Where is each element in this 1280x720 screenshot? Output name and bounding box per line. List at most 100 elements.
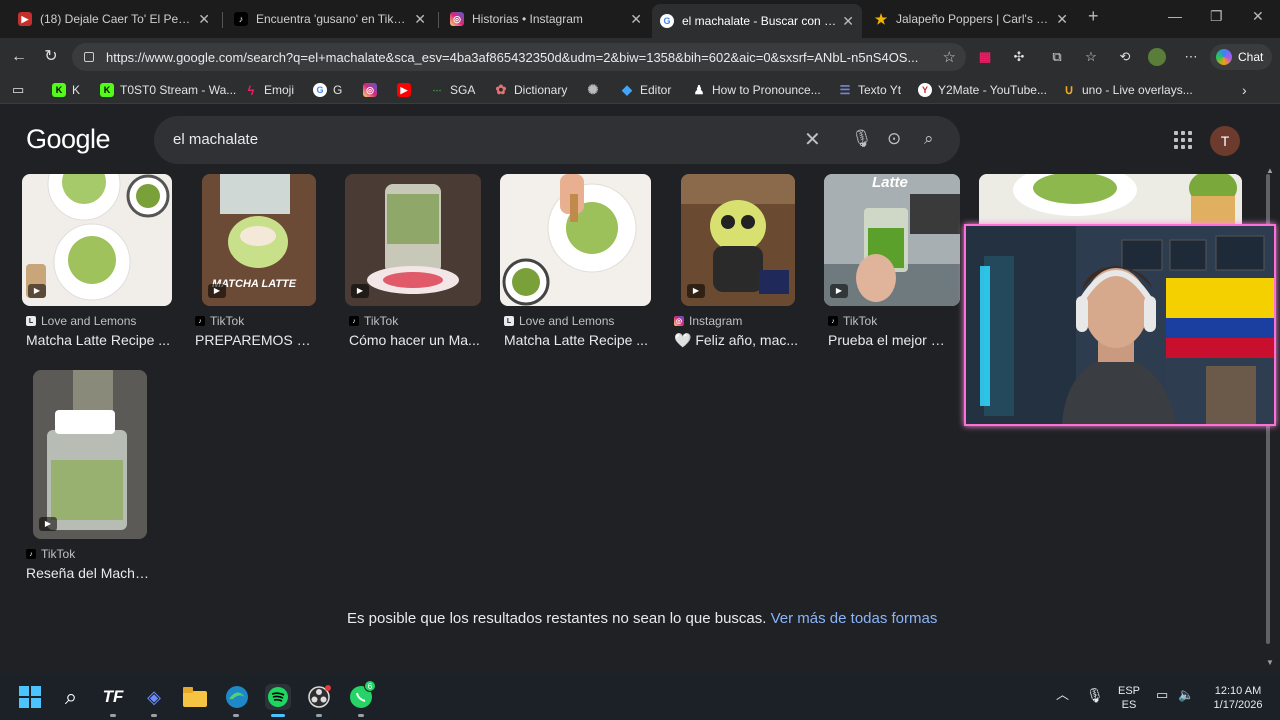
bookmark-texto-yt[interactable]: ☰ Texto Yt (838, 82, 902, 98)
result-thumbnail[interactable]: MATCHA LATTE ▶ (202, 174, 316, 306)
apps-grid-icon[interactable] (1174, 131, 1192, 149)
reload-icon[interactable]: ↻ (40, 46, 62, 68)
bookmark-tosto-stream[interactable]: K T0ST0 Stream - Wa... (100, 82, 236, 98)
result-thumbnail[interactable]: ▶ (681, 174, 795, 306)
window-close-icon[interactable]: ✕ (1252, 8, 1264, 25)
bookmark-g[interactable]: GG (313, 82, 342, 98)
network-icon[interactable]: ▭ (1156, 688, 1168, 702)
source-label: Love and Lemons (41, 314, 137, 328)
close-icon[interactable]: ✕ (630, 11, 642, 28)
lens-icon[interactable]: ⊙ (887, 129, 901, 149)
edge-icon[interactable] (224, 684, 250, 710)
result-thumbnail[interactable]: ▶ (345, 174, 481, 306)
bookmark-chatgpt[interactable]: ✺ (586, 82, 606, 98)
more-menu-icon[interactable]: ⋯ (1182, 48, 1200, 66)
tf-icon[interactable]: TF (100, 684, 126, 710)
obs-icon[interactable] (306, 684, 332, 710)
result-caption[interactable]: Matcha Latte Recipe ... (504, 332, 650, 348)
dictionary-icon: ✿ (495, 82, 507, 97)
google-logo[interactable]: Google (26, 124, 111, 155)
bookmark-label: Emoji (264, 83, 295, 97)
search-box[interactable]: el machalate ✕ 🎙 ⊙ ⌕ (154, 116, 960, 164)
bookmark-y2mate[interactable]: Y Y2Mate - YouTube... (918, 82, 1047, 98)
extension-icon[interactable]: ▦ (976, 48, 994, 66)
tab-carls-jr[interactable]: ★ Jalapeño Poppers | Carl's Jr. ® |... ✕ (866, 4, 1076, 34)
close-icon[interactable]: ✕ (414, 11, 426, 28)
reading-list-icon[interactable]: ▭ (12, 82, 24, 98)
bookmark-editor[interactable]: ◆ Editor (620, 82, 671, 98)
result-caption[interactable]: Cómo hacer un Ma... (349, 332, 483, 348)
scroll-down-icon[interactable]: ▼ (1266, 658, 1274, 667)
bookmarks-overflow-icon[interactable]: › (1242, 82, 1247, 98)
bookmark-label: T0ST0 Stream - Wa... (120, 83, 237, 97)
close-icon[interactable]: ✕ (842, 13, 854, 30)
bookmark-youtube[interactable]: ▶ (397, 82, 417, 98)
running-indicator (233, 714, 239, 717)
clear-icon[interactable]: ✕ (804, 127, 821, 152)
copilot-chat-button[interactable]: Chat (1210, 44, 1272, 70)
tab-instagram[interactable]: ◎ Historias • Instagram ✕ (442, 4, 650, 34)
restore-icon[interactable]: ❐ (1210, 8, 1223, 25)
bookmark-star-icon[interactable]: ☆ (943, 48, 956, 66)
bookmark-uno[interactable]: ∪ uno - Live overlays... (1062, 82, 1192, 98)
result-thumbnail[interactable] (979, 174, 1242, 224)
pronounce-icon: ♟ (693, 83, 705, 97)
clock[interactable]: 12:10 AM 1/17/2026 (1206, 684, 1270, 712)
search-icon[interactable]: ⌕ (924, 129, 934, 149)
bookmark-label: Editor (640, 83, 672, 97)
tab-google-search[interactable]: G el machalate - Buscar con Googl... ✕ (652, 4, 862, 38)
address-bar[interactable]: https://www.google.com/search?q=el+macha… (72, 43, 966, 71)
windows-start-icon[interactable] (17, 684, 43, 710)
back-icon[interactable]: ← (8, 46, 30, 68)
microphone-icon[interactable]: 🎙 (1086, 688, 1104, 702)
bookmark-k[interactable]: KK (52, 82, 80, 98)
bookmark-dictionary[interactable]: ✿ Dictionary (494, 82, 568, 98)
result-caption[interactable]: 🤍 Feliz año, mac... (674, 332, 800, 349)
tab-youtube[interactable]: ▶ (18) Dejale Caer To' El Peso feat... ✕ (10, 4, 218, 34)
matcha-review-image (33, 370, 147, 539)
sga-icon: ⋯ (432, 84, 442, 95)
result-thumbnail[interactable]: ▶ (22, 174, 172, 306)
result-caption[interactable]: PREPAREMOS M... (195, 332, 319, 348)
minimize-icon[interactable]: — (1168, 8, 1182, 24)
site-info-icon[interactable] (84, 52, 94, 62)
file-explorer-icon[interactable] (182, 684, 208, 710)
microphone-icon[interactable]: 🎙 (851, 129, 873, 149)
video-badge-icon: ▶ (830, 284, 848, 298)
favorites-icon[interactable]: ☆ (1082, 48, 1100, 66)
puzzle-icon[interactable]: ✣ (1010, 48, 1028, 66)
new-tab-icon[interactable]: + (1088, 6, 1099, 27)
google-icon: G (660, 14, 674, 28)
close-icon[interactable]: ✕ (198, 11, 210, 28)
app-icon[interactable]: ◈ (141, 684, 167, 710)
result-caption[interactable]: Reseña del Macha... (26, 565, 154, 581)
result-caption[interactable]: Matcha Latte Recipe ... (26, 332, 172, 348)
result-source: L Love and Lemons (504, 314, 614, 328)
split-screen-icon[interactable]: ⧉ (1048, 48, 1066, 66)
profile-avatar[interactable] (1148, 48, 1166, 66)
bookmark-instagram[interactable]: ◎ (363, 82, 383, 98)
tab-title: (18) Dejale Caer To' El Peso feat... (40, 12, 192, 26)
result-caption[interactable]: Prueba el mejor M... (828, 332, 954, 348)
whatsapp-icon[interactable]: 6 (348, 680, 376, 710)
bookmark-emoji[interactable]: ϟ Emoji (244, 82, 294, 98)
bookmark-sga[interactable]: ⋯ SGA (430, 82, 476, 98)
search-icon[interactable]: ⌕ (58, 684, 84, 710)
spotify-icon[interactable] (265, 684, 291, 710)
volume-icon[interactable]: 🔈 (1178, 688, 1194, 702)
video-badge-icon: ▶ (39, 517, 57, 531)
search-input[interactable]: el machalate (173, 131, 258, 148)
video-badge-icon: ▶ (687, 284, 705, 298)
see-more-link[interactable]: Ver más de todas formas (771, 610, 938, 627)
bookmark-how-to-pronounce[interactable]: ♟ How to Pronounce... (692, 82, 821, 98)
result-thumbnail[interactable] (500, 174, 651, 306)
chevron-up-icon[interactable]: ︿ (1056, 688, 1069, 702)
result-source: ♪ TikTok (195, 314, 244, 328)
language-indicator[interactable]: ESP ES (1116, 684, 1142, 712)
close-icon[interactable]: ✕ (1056, 11, 1068, 28)
history-icon[interactable]: ⟲ (1116, 48, 1134, 66)
account-avatar[interactable]: T (1210, 126, 1240, 156)
result-thumbnail[interactable]: Latte ▶ (824, 174, 960, 306)
tab-tiktok[interactable]: ♪ Encuentra 'gusano' en TikTok | B... ✕ (226, 4, 434, 34)
result-thumbnail[interactable]: ▶ (33, 370, 147, 539)
